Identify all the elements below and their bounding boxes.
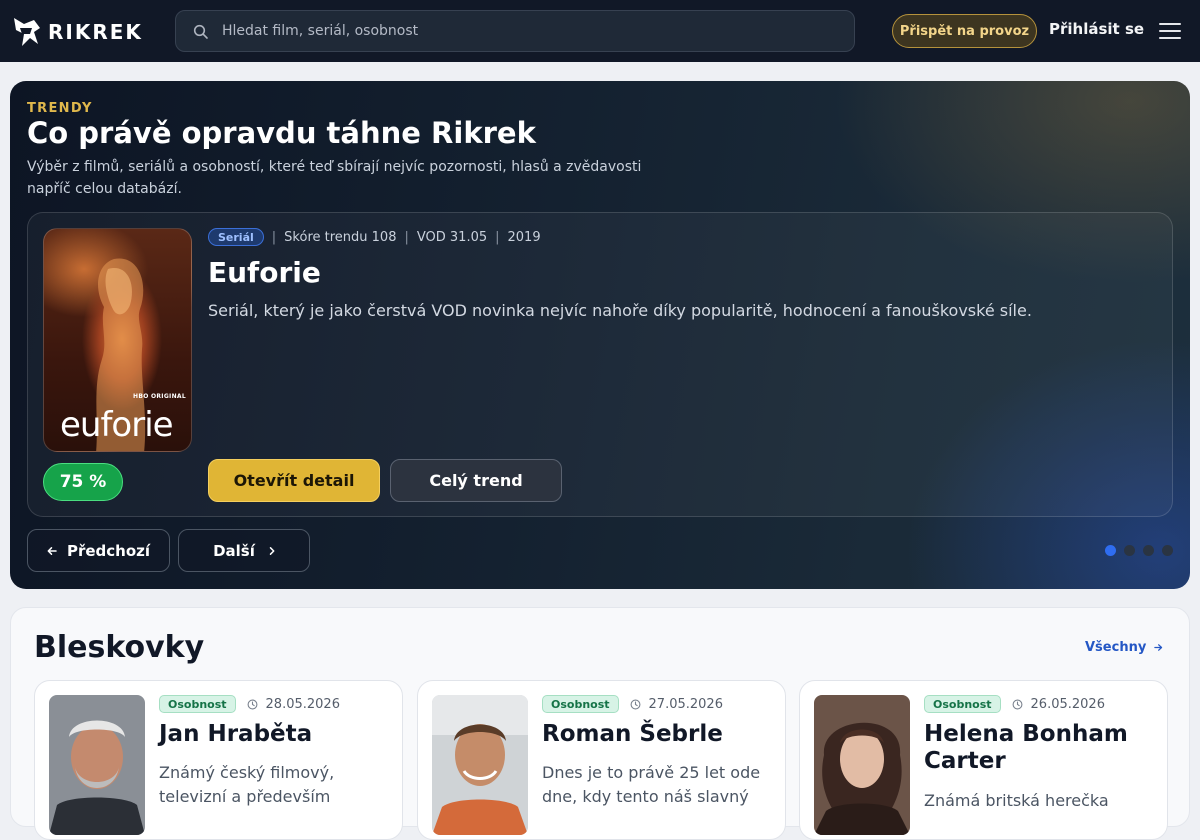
portrait-image [49,695,145,835]
clock-icon [247,699,257,709]
poster-brand: HBO ORIGINAL [133,393,186,400]
clock-icon [630,699,640,709]
previous-button[interactable]: Předchozí [27,529,170,572]
search-input[interactable] [222,11,842,51]
clock-icon [1012,699,1022,709]
news-meta: Osobnost 28.05.2026 [159,695,340,713]
portrait-image [814,695,910,835]
search-icon [193,24,208,39]
news-meta: Osobnost 27.05.2026 [542,695,723,713]
news-excerpt: Známá britská herečka [924,791,1109,810]
news-date: 26.05.2026 [1030,696,1105,712]
news-headline[interactable]: Roman Šebrle [542,721,774,748]
news-card[interactable]: Osobnost 27.05.2026 Roman Šebrle Dnes je… [417,680,786,840]
meta-separator: | [404,229,409,245]
news-excerpt: Dnes je to právě 25 let ode dne, kdy ten… [542,763,761,806]
open-detail-button[interactable]: Otevřít detail [208,459,380,502]
news-headline[interactable]: Jan Hraběta [159,721,391,748]
arrow-right-icon [269,546,275,555]
person-tag: Osobnost [159,695,236,713]
news-card[interactable]: Osobnost 28.05.2026 Jan Hraběta Známý če… [34,680,403,840]
meta-separator: | [271,229,277,245]
news-meta: Osobnost 26.05.2026 [924,695,1105,713]
logo[interactable]: RIKREK [12,14,143,50]
hero-description: Výběr z filmů, seriálů a osobností, kter… [27,159,642,197]
next-label: Další [213,541,255,560]
menu-icon[interactable] [1158,20,1182,42]
slide-dot-3[interactable] [1143,545,1154,556]
next-button[interactable]: Další [178,529,310,572]
news-all-label: Všechny [1085,640,1147,655]
news-photo [432,695,528,835]
person-tag: Osobnost [924,695,1001,713]
trends-hero: TRENDY Co právě opravdu táhne Rikrek Výb… [10,81,1190,589]
top-bar: RIKREK Přispět na provoz Přihlásit se [0,0,1200,62]
person-tag: Osobnost [542,695,619,713]
slide-dot-4[interactable] [1162,545,1173,556]
poster-title: euforie [60,405,174,445]
news-date: 27.05.2026 [648,696,723,712]
arrow-right-icon [1154,644,1163,651]
featured-meta: Seriál | Skóre trendu 108 | VOD 31.05 | … [208,228,541,246]
trend-score: Skóre trendu 108 [284,229,397,245]
featured-card: HBO ORIGINAL euforie 75 % Seriál | Skóre… [27,212,1173,517]
slide-dot-2[interactable] [1124,545,1135,556]
news-title: Bleskovky [34,630,205,665]
release-year: 2019 [507,229,541,245]
slide-dot-1[interactable] [1105,545,1116,556]
meta-separator: | [495,229,500,245]
login-link[interactable]: Přihlásit se [1049,20,1144,42]
search-box [175,10,855,52]
logo-mark-icon [14,18,40,46]
hero-eyebrow: TRENDY [27,101,93,116]
news-photo [49,695,145,835]
featured-description: Seriál, který je jako čerstvá VOD novink… [208,301,1032,320]
news-photo [814,695,910,835]
arrow-left-icon [47,546,57,555]
news-date: 28.05.2026 [265,696,340,712]
portrait-image [432,695,528,835]
featured-title[interactable]: Euforie [208,255,321,291]
slide-indicator [1105,545,1181,556]
logo-text: RIKREK [48,20,143,44]
hero-title: Co právě opravdu táhne Rikrek [27,116,536,150]
news-excerpt: Známý český filmový, televizní a předevš… [159,763,335,806]
news-section: Bleskovky Všechny Osobnost 28.05.2026 Ja… [10,607,1190,840]
vod-date: VOD 31.05 [416,229,488,245]
type-tag: Seriál [208,228,264,246]
previous-label: Předchozí [66,541,151,560]
news-card[interactable]: Osobnost 26.05.2026 Helena Bonham Carter… [799,680,1168,840]
news-headline[interactable]: Helena Bonham Carter [924,721,1156,775]
support-button[interactable]: Přispět na provoz [892,14,1037,48]
featured-poster[interactable]: HBO ORIGINAL euforie [43,228,192,452]
full-trend-button[interactable]: Celý trend [390,459,562,502]
news-all-link[interactable]: Všechny [1085,640,1163,655]
score-badge: 75 % [43,463,123,501]
